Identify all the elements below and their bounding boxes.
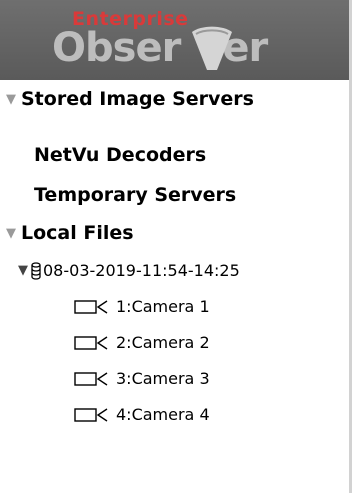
- tree-item-label: NetVu Decoders: [34, 144, 207, 166]
- header-banner: Enterprise Obser er: [0, 0, 349, 80]
- tree-item-camera[interactable]: 4:Camera 4: [74, 405, 210, 424]
- camera-icon: [74, 371, 108, 386]
- tree-item-label: Stored Image Servers: [21, 88, 254, 110]
- database-icon: [31, 261, 41, 280]
- tree-item-label: 4:Camera 4: [116, 405, 210, 424]
- tree-item-label: 2:Camera 2: [116, 333, 210, 352]
- server-tree-panel: Enterprise Obser er ▼ Stored Image Server…: [0, 0, 352, 493]
- camera-icon: [74, 335, 108, 350]
- tree-item-label: Temporary Servers: [34, 184, 237, 206]
- logo-title-left: Obser: [52, 25, 181, 71]
- tree-item-label: 3:Camera 3: [116, 369, 210, 388]
- logo-title: Obser er: [52, 24, 268, 72]
- caret-down-icon[interactable]: ▼: [6, 226, 19, 241]
- tree-item-temporary-servers[interactable]: Temporary Servers: [34, 184, 236, 206]
- tree-item-camera[interactable]: 2:Camera 2: [74, 333, 210, 352]
- camera-icon: [74, 407, 108, 422]
- tree-item-netvu-decoders[interactable]: NetVu Decoders: [34, 144, 206, 166]
- camera-icon: [74, 299, 108, 314]
- caret-down-icon[interactable]: ▼: [6, 92, 19, 107]
- tree-item-camera[interactable]: 3:Camera 3: [74, 369, 210, 388]
- enterprise-observer-logo: Enterprise Obser er: [52, 8, 302, 76]
- logo-emblem-icon: [192, 26, 232, 70]
- tree-item-camera[interactable]: 1:Camera 1: [74, 297, 210, 316]
- tree-item-label: 08-03-2019-11:54-14:25: [43, 261, 240, 280]
- tree-item-recording[interactable]: ▼ 08-03-2019-11:54-14:25: [18, 261, 240, 280]
- caret-down-icon[interactable]: ▼: [18, 263, 29, 278]
- tree-item-label: Local Files: [21, 222, 134, 244]
- tree-item-local-files[interactable]: ▼ Local Files: [6, 222, 134, 244]
- tree-item-label: 1:Camera 1: [116, 297, 210, 316]
- tree-item-stored-image-servers[interactable]: ▼ Stored Image Servers: [6, 88, 254, 110]
